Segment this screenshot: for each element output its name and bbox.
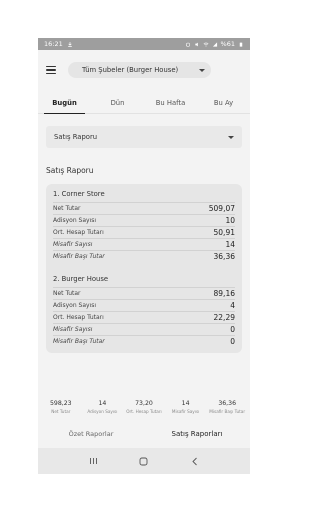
caret-down-icon (228, 135, 234, 139)
summary-label: Net Tutar (51, 409, 71, 414)
summary-value: 14 (181, 400, 190, 407)
summary-label: Misafir Sayısı (171, 409, 200, 414)
row-label: Net Tutar (53, 205, 81, 212)
alarm-icon (185, 42, 190, 47)
report-row: Ort. Hesap Tutarı 22,29 (53, 311, 235, 323)
wifi-icon (203, 42, 208, 46)
row-value: 22,29 (213, 313, 235, 322)
row-value: 0 (230, 337, 235, 346)
row-label: Misafir Başı Tutar (53, 338, 105, 345)
report-row: Net Tutar 89,16 (53, 287, 235, 299)
summary-label: Adisyon Sayısı (87, 409, 118, 414)
row-value: 14 (225, 240, 235, 249)
report-row: Misafir Sayısı 14 (53, 238, 235, 250)
summary-item: 14 Misafir Sayısı (166, 400, 206, 414)
tab-this-month[interactable]: Bu Ay (197, 90, 250, 113)
branch-title: 2. Burger House (53, 275, 109, 283)
recents-icon[interactable] (83, 453, 103, 469)
report-row: Misafir Sayısı 0 (53, 323, 235, 335)
report-row: Net Tutar 509,07 (53, 202, 235, 214)
phone-screen: 16:21 %61 Tüm Şubeler (Burger House) Bug… (38, 38, 250, 474)
summary-label: Misafir Başı Tutar (209, 409, 246, 414)
bottom-tabs: Özet Raporlar Satış Raporları (38, 424, 250, 444)
report-row: Misafir Başı Tutar 36,36 (53, 250, 235, 262)
summary-value: 598,23 (49, 400, 72, 407)
row-value: 50,91 (213, 228, 235, 237)
report-row: Misafir Başı Tutar 0 (53, 335, 235, 347)
row-value: 10 (225, 216, 235, 225)
report-row: Adisyon Sayısı 4 (53, 299, 235, 311)
branch-group: 2. Burger House Net Tutar 89,16 Adisyon S… (46, 273, 242, 347)
hamburger-icon[interactable] (46, 66, 56, 74)
battery-icon (239, 42, 243, 47)
summary-item: 73,20 Ort. Hesap Tutarı (124, 400, 164, 414)
back-icon[interactable] (185, 453, 205, 469)
screen: 16:21 %61 Tüm Şubeler (Burger House) Bug… (0, 0, 288, 512)
signal-icon (212, 41, 217, 47)
summary-value: 73,20 (135, 400, 153, 407)
status-bar: 16:21 %61 (38, 38, 250, 50)
status-time: 16:21 (44, 40, 63, 48)
report-row: Ort. Hesap Tutarı 50,91 (53, 226, 235, 238)
row-value: 36,36 (213, 252, 235, 261)
branch-title: 1. Corner Store (53, 190, 105, 198)
app-header: Tüm Şubeler (Burger House) (38, 50, 250, 90)
row-label: Ort. Hesap Tutarı (53, 229, 104, 236)
summary-item: 598,23 Net Tutar (41, 400, 81, 414)
row-label: Misafir Sayısı (53, 241, 93, 248)
row-label: Misafir Sayısı (53, 326, 93, 333)
caret-down-icon (199, 68, 205, 72)
row-label: Misafir Başı Tutar (53, 253, 105, 260)
report-type-value: Satış Raporu (54, 133, 98, 141)
branch-group: 1. Corner Store Net Tutar 509,07 Adisyon … (46, 188, 242, 262)
row-label: Adisyon Sayısı (53, 217, 97, 224)
home-icon[interactable] (134, 453, 154, 469)
battery-level: %61 (220, 40, 235, 48)
summary-item: 36,36 Misafir Başı Tutar (207, 400, 247, 414)
row-label: Ort. Hesap Tutarı (53, 314, 104, 321)
row-value: 89,16 (213, 289, 235, 298)
branch-selector[interactable]: Tüm Şubeler (Burger House) (68, 62, 211, 78)
summary-label: Ort. Hesap Tutarı (126, 409, 162, 414)
row-value: 4 (230, 301, 235, 310)
download-icon (67, 41, 72, 47)
branch-report-card: 1. Corner Store Net Tutar 509,07 Adisyon … (46, 184, 242, 353)
tab-this-week[interactable]: Bu Hafta (144, 90, 197, 113)
tab-summary-reports[interactable]: Özet Raporlar (38, 424, 144, 444)
summary-value: 14 (98, 400, 107, 407)
row-value: 509,07 (208, 204, 235, 213)
report-type-select[interactable]: Satış Raporu (46, 126, 242, 148)
tab-sales-reports[interactable]: Satış Raporları (144, 424, 250, 444)
system-nav-bar (38, 448, 250, 474)
summary-item: 14 Adisyon Sayısı (82, 400, 122, 414)
section-title: Satış Raporu (46, 166, 94, 175)
period-tabs: Bugün Dün Bu Hafta Bu Ay (38, 90, 250, 114)
row-label: Adisyon Sayısı (53, 302, 97, 309)
row-label: Net Tutar (53, 290, 81, 297)
tab-today[interactable]: Bugün (38, 90, 91, 114)
totals-summary: 598,23 Net Tutar 14 Adisyon Sayısı 73,20 Or… (38, 400, 250, 414)
row-value: 0 (230, 325, 235, 334)
mute-icon (194, 42, 198, 46)
summary-value: 36,36 (218, 400, 237, 407)
report-row: Adisyon Sayısı 10 (53, 214, 235, 226)
branch-selector-value: Tüm Şubeler (Burger House) (82, 66, 179, 74)
tab-yesterday[interactable]: Dün (91, 90, 144, 113)
